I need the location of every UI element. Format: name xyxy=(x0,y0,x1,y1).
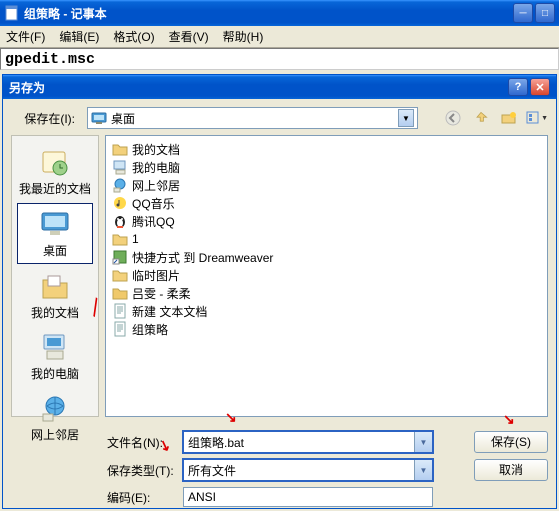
places-bar: 我最近的文档 桌面 我的文档 我的电脑 网上邻居 xyxy=(11,135,99,417)
shortcut-icon xyxy=(112,249,128,265)
file-name: 吕雯 - 柔柔 xyxy=(132,285,191,302)
folder-small-icon xyxy=(112,285,128,301)
view-menu-button[interactable]: ▼ xyxy=(526,107,548,129)
filetype-value: 所有文件 xyxy=(184,462,414,479)
list-item[interactable]: 腾讯QQ xyxy=(110,212,543,230)
chevron-down-icon[interactable]: ▼ xyxy=(414,432,432,452)
new-folder-button[interactable] xyxy=(498,107,520,129)
menu-format[interactable]: 格式(O) xyxy=(113,28,154,45)
filetype-label: 保存类型(T): xyxy=(107,462,175,479)
dialog-title: 另存为 xyxy=(9,79,45,96)
file-name: 1 xyxy=(132,232,139,246)
notepad-icon xyxy=(4,5,20,21)
maximize-button[interactable]: □ xyxy=(535,3,555,23)
minimize-button[interactable]: ─ xyxy=(513,3,533,23)
folder-icon xyxy=(112,231,128,247)
place-desktop[interactable]: 桌面 xyxy=(17,203,93,264)
savein-value: 桌面 xyxy=(111,110,398,127)
network-icon xyxy=(39,392,71,424)
place-mycomputer[interactable]: 我的电脑 xyxy=(17,327,93,386)
file-name: 新建 文本文档 xyxy=(132,303,207,320)
place-network[interactable]: 网上邻居 xyxy=(17,388,93,447)
menu-view[interactable]: 查看(V) xyxy=(169,28,209,45)
computer-icon xyxy=(112,159,128,175)
list-item[interactable]: 快捷方式 到 Dreamweaver xyxy=(110,248,543,266)
file-name: 临时图片 xyxy=(132,267,180,284)
file-name: 网上邻居 xyxy=(132,177,180,194)
place-mydocs[interactable]: 我的文档 xyxy=(17,266,93,325)
window-title: 组策略 - 记事本 xyxy=(24,5,513,22)
list-item[interactable]: 网上邻居 xyxy=(110,176,543,194)
textfile-icon xyxy=(112,321,128,337)
save-as-dialog: 另存为 ? ✕ 保存在(I): 桌面 ▼ ▼ 我最近的文档 xyxy=(2,74,557,509)
computer-icon xyxy=(39,331,71,363)
menu-bar: 文件(F) 编辑(E) 格式(O) 查看(V) 帮助(H) xyxy=(0,26,559,48)
file-name: 腾讯QQ xyxy=(132,213,175,230)
chevron-down-icon[interactable]: ▼ xyxy=(398,109,414,127)
file-name: 我的电脑 xyxy=(132,159,180,176)
encoding-label: 编码(E): xyxy=(107,489,175,506)
place-desktop-label: 桌面 xyxy=(43,242,67,259)
editor-content[interactable]: gpedit.msc xyxy=(0,48,559,70)
file-name: 我的文档 xyxy=(132,141,180,158)
music-icon xyxy=(112,195,128,211)
folder-icon xyxy=(112,267,128,283)
network-icon xyxy=(112,177,128,193)
list-item[interactable]: 我的电脑 xyxy=(110,158,543,176)
place-mycomputer-label: 我的电脑 xyxy=(31,365,79,382)
list-item[interactable]: 临时图片 xyxy=(110,266,543,284)
save-button[interactable]: 保存(S) xyxy=(474,431,548,453)
file-name: 快捷方式 到 Dreamweaver xyxy=(132,249,273,266)
back-button[interactable] xyxy=(442,107,464,129)
filename-label: 文件名(N): xyxy=(107,434,175,451)
place-mydocs-label: 我的文档 xyxy=(31,304,79,321)
savein-label: 保存在(I): xyxy=(11,110,81,127)
file-name: QQ音乐 xyxy=(132,195,175,212)
list-item[interactable]: 新建 文本文档 xyxy=(110,302,543,320)
file-name: 组策略 xyxy=(132,321,168,338)
list-item[interactable]: 组策略 xyxy=(110,320,543,338)
file-list[interactable]: 我的文档我的电脑网上邻居QQ音乐腾讯QQ 1 快捷方式 到 Dreamweaver临… xyxy=(105,135,548,417)
menu-help[interactable]: 帮助(H) xyxy=(223,28,264,45)
filetype-dropdown[interactable]: 所有文件 ▼ xyxy=(183,459,433,481)
list-item[interactable]: 1 xyxy=(110,230,543,248)
desktop-large-icon xyxy=(39,208,71,240)
list-item[interactable]: QQ音乐 xyxy=(110,194,543,212)
menu-edit[interactable]: 编辑(E) xyxy=(59,28,99,45)
notepad-titlebar: 组策略 - 记事本 ─ □ xyxy=(0,0,559,26)
cancel-button[interactable]: 取消 xyxy=(474,459,548,481)
dialog-help-button[interactable]: ? xyxy=(508,78,528,96)
filename-input[interactable]: ▼ xyxy=(183,431,433,453)
qq-icon xyxy=(112,213,128,229)
menu-file[interactable]: 文件(F) xyxy=(6,28,45,45)
mydocs-icon xyxy=(39,270,71,302)
place-network-label: 网上邻居 xyxy=(31,426,79,443)
encoding-value[interactable]: ANSI xyxy=(183,487,433,507)
up-button[interactable] xyxy=(470,107,492,129)
place-recent[interactable]: 我最近的文档 xyxy=(17,142,93,201)
list-item[interactable]: 我的文档 xyxy=(110,140,543,158)
dialog-close-button[interactable]: ✕ xyxy=(530,78,550,96)
textfile-icon xyxy=(112,303,128,319)
desktop-icon xyxy=(91,110,107,126)
recent-icon xyxy=(39,146,71,178)
dialog-titlebar: 另存为 ? ✕ xyxy=(3,75,556,99)
folder-icon xyxy=(112,141,128,157)
savein-dropdown[interactable]: 桌面 ▼ xyxy=(87,107,418,129)
list-item[interactable]: 吕雯 - 柔柔 xyxy=(110,284,543,302)
place-recent-label: 我最近的文档 xyxy=(19,180,91,197)
chevron-down-icon[interactable]: ▼ xyxy=(414,460,432,480)
filename-field[interactable] xyxy=(184,435,414,449)
